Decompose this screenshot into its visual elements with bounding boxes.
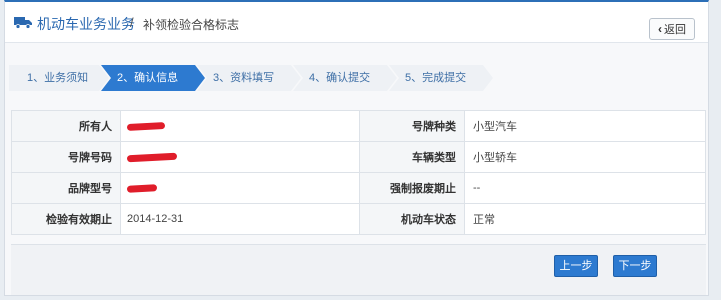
- step-5[interactable]: 5、完成提交: [389, 65, 493, 91]
- page-title: 机动车业务业务: [37, 16, 135, 32]
- table-row: 检验有效期止 2014-12-31 机动车状态 正常: [11, 203, 706, 235]
- owner-label: 所有人: [11, 110, 121, 142]
- chevron-left-icon: ‹: [658, 22, 662, 36]
- plate-number-label: 号牌号码: [11, 141, 121, 173]
- redaction-mark: [126, 152, 178, 162]
- scrap-deadline-value: --: [464, 172, 706, 204]
- page-header: 机动车业务业务 / 补领检验合格标志 ‹ 返回: [5, 2, 708, 43]
- step-2[interactable]: 2、确认信息: [101, 65, 205, 91]
- step-label: 5、完成提交: [405, 72, 467, 84]
- step-label: 3、资料填写: [213, 72, 275, 84]
- plate-number-value: [120, 141, 360, 173]
- step-label: 2、确认信息: [117, 72, 179, 84]
- step-3[interactable]: 3、资料填写: [197, 65, 301, 91]
- back-button[interactable]: ‹ 返回: [649, 18, 695, 40]
- inspection-expiry-label: 检验有效期止: [11, 203, 121, 235]
- step-indicator: 1、业务须知 2、确认信息 3、资料填写 4、确认提交 5、完成提交: [9, 65, 495, 91]
- vehicle-info-table: 所有人 号牌种类 小型汽车 号牌号码 车辆类型 小型轿车 品牌型号 强制报废期止…: [11, 110, 706, 235]
- brand-model-label: 品牌型号: [11, 172, 121, 204]
- prev-step-button[interactable]: 上一步: [554, 255, 598, 277]
- table-row: 品牌型号 强制报废期止 --: [11, 172, 706, 204]
- plate-type-value: 小型汽车: [464, 110, 706, 142]
- owner-value: [120, 110, 360, 142]
- page-subtitle: 补领检验合格标志: [143, 18, 240, 32]
- vehicle-status-value: 正常: [464, 203, 706, 235]
- action-bar: 上一步 下一步: [11, 244, 706, 295]
- brand-model-value: [120, 172, 360, 204]
- scrap-deadline-label: 强制报废期止: [359, 172, 465, 204]
- vehicle-status-label: 机动车状态: [359, 203, 465, 235]
- breadcrumb-separator: /: [130, 15, 134, 30]
- step-label: 1、业务须知: [27, 72, 89, 84]
- redaction-mark: [126, 183, 158, 193]
- step-1[interactable]: 1、业务须知: [9, 65, 109, 91]
- inspection-expiry-value: 2014-12-31: [120, 203, 360, 235]
- plate-type-label: 号牌种类: [359, 110, 465, 142]
- step-4[interactable]: 4、确认提交: [293, 65, 397, 91]
- truck-icon: [14, 17, 32, 29]
- table-row: 所有人 号牌种类 小型汽车: [11, 110, 706, 142]
- main-panel: 机动车业务业务 / 补领检验合格标志 ‹ 返回 1、业务须知 2、确认信息 3、…: [4, 0, 709, 296]
- vehicle-type-value: 小型轿车: [464, 141, 706, 173]
- vehicle-type-label: 车辆类型: [359, 141, 465, 173]
- next-step-button[interactable]: 下一步: [613, 255, 657, 277]
- step-label: 4、确认提交: [309, 72, 371, 84]
- table-row: 号牌号码 车辆类型 小型轿车: [11, 141, 706, 173]
- redaction-mark: [126, 121, 166, 131]
- back-button-label: 返回: [664, 24, 686, 36]
